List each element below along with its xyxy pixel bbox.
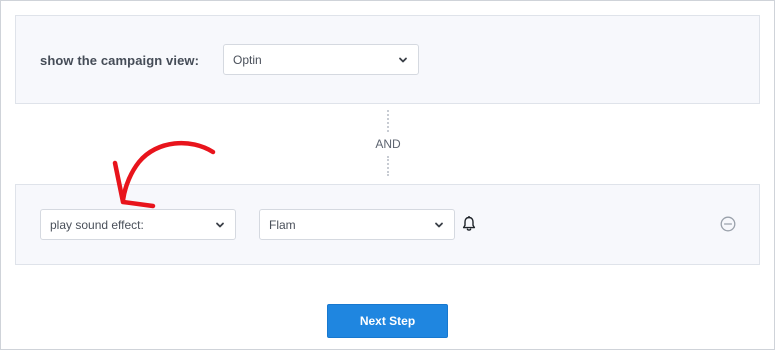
connector-line-top xyxy=(387,110,389,132)
condition-panel: show the campaign view: Optin xyxy=(15,15,760,104)
sound-effect-select-value: Flam xyxy=(269,217,296,232)
action-type-select[interactable]: play sound effect: xyxy=(40,209,236,240)
next-step-button[interactable]: Next Step xyxy=(327,304,448,338)
and-connector: AND xyxy=(360,110,416,176)
and-label: AND xyxy=(375,137,401,151)
bell-icon[interactable] xyxy=(462,216,476,232)
chevron-down-icon xyxy=(216,222,224,228)
sound-effect-select[interactable]: Flam xyxy=(259,209,455,240)
minus-circle-icon[interactable] xyxy=(720,216,736,232)
action-type-select-value: play sound effect: xyxy=(50,217,144,232)
chevron-down-icon xyxy=(399,57,407,63)
connector-line-bottom xyxy=(387,156,389,176)
action-panel: play sound effect: Flam xyxy=(15,184,760,265)
condition-label: show the campaign view: xyxy=(40,53,200,68)
chevron-down-icon xyxy=(435,222,443,228)
campaign-view-select-value: Optin xyxy=(233,52,262,67)
campaign-view-select[interactable]: Optin xyxy=(223,44,419,75)
